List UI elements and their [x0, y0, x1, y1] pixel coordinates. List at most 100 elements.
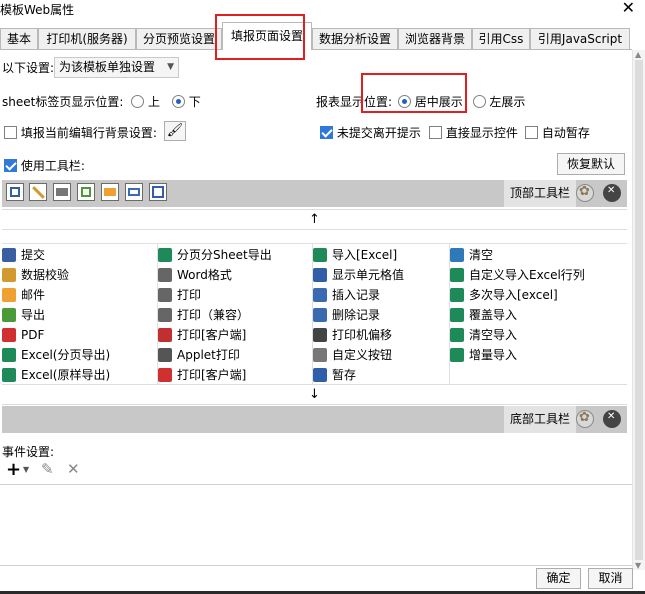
- toolbar-option[interactable]: 插入记录: [313, 285, 380, 305]
- toolbar-option[interactable]: 多次导入[excel]: [450, 285, 558, 305]
- report-center-label[interactable]: 居中展示: [415, 95, 463, 109]
- move-up-button[interactable]: ↑: [2, 209, 627, 230]
- report-center-radio[interactable]: [397, 95, 411, 108]
- report-left-label[interactable]: 左展示: [489, 95, 525, 109]
- toolbar-option-label: 打印（兼容）: [177, 308, 250, 322]
- temp-save-icon: [313, 368, 327, 382]
- autosave-checkbox[interactable]: [525, 126, 538, 139]
- toolbar-option[interactable]: 删除记录: [313, 305, 380, 325]
- toolbar-option[interactable]: Applet打印: [158, 345, 240, 365]
- save-icon[interactable]: [6, 183, 24, 201]
- toolbar-option-label: 删除记录: [332, 308, 381, 322]
- toolbar-option[interactable]: 导出: [2, 305, 45, 325]
- toolbar-option[interactable]: 数据校验: [2, 265, 69, 285]
- toolbar-option[interactable]: 导入[Excel]: [313, 245, 397, 265]
- toolbar-option[interactable]: 自定义导入Excel行列: [450, 265, 585, 285]
- toolbar-option[interactable]: Excel(原样导出): [2, 365, 110, 385]
- excel-icon: [2, 368, 16, 382]
- toolbar-option[interactable]: 分页分Sheet导出: [158, 245, 272, 265]
- cancel-button[interactable]: 取消: [588, 568, 633, 589]
- toolbar-option[interactable]: 暂存: [313, 365, 356, 385]
- toolbar-option-label: 清空导入: [469, 328, 518, 342]
- tab-pagination-preview[interactable]: 分页预览设置: [136, 28, 222, 50]
- toolbar-option[interactable]: 邮件: [2, 285, 45, 305]
- sheet-tab-top-label[interactable]: 上: [148, 95, 160, 109]
- toolbar-option[interactable]: 清空导入: [450, 325, 517, 345]
- excel-icon: [158, 248, 172, 262]
- applet-icon: [158, 348, 172, 362]
- unsubmitted-checkbox[interactable]: [320, 126, 333, 139]
- toolbar-option[interactable]: 打印（兼容）: [158, 305, 249, 325]
- sheet-tab-top-radio[interactable]: [131, 95, 145, 108]
- toolbar-option[interactable]: 自定义按钮: [313, 345, 392, 365]
- add-event-icon[interactable]: +: [6, 459, 21, 480]
- top-toolbar-label: 顶部工具栏: [504, 180, 577, 207]
- excel-icon: [450, 328, 464, 342]
- print-icon: [158, 308, 172, 322]
- toolbar-option[interactable]: 增量导入: [450, 345, 517, 365]
- toolbar-option[interactable]: Word格式: [158, 265, 232, 285]
- add-event-dropdown-icon[interactable]: ▼: [23, 465, 29, 474]
- print-icon[interactable]: [53, 183, 71, 201]
- tab-data-analysis[interactable]: 数据分析设置: [312, 28, 398, 50]
- direct-show-group: 直接显示控件: [429, 124, 518, 141]
- toolbar-option-label: 打印[客户端]: [177, 368, 247, 382]
- toolbar-option[interactable]: 清空: [450, 245, 493, 265]
- print-icon: [158, 288, 172, 302]
- scroll-up-icon[interactable]: ▲: [635, 50, 641, 59]
- fill-bg-checkbox[interactable]: [4, 126, 17, 139]
- toolbar-option[interactable]: Excel(分页导出): [2, 345, 110, 365]
- ok-button[interactable]: 确定: [536, 568, 581, 589]
- vertical-scrollbar[interactable]: ▲ ▼: [632, 50, 645, 570]
- direct-show-checkbox[interactable]: [429, 126, 442, 139]
- sheet-tab-bottom-radio[interactable]: [171, 95, 185, 108]
- tab-reference-css[interactable]: 引用Css: [472, 28, 530, 50]
- bottom-toolbar-settings-icon[interactable]: [576, 410, 594, 428]
- top-toolbar-settings-icon[interactable]: [576, 184, 594, 202]
- toolbar-option[interactable]: PDF: [2, 325, 44, 345]
- top-toolbar-remove-icon[interactable]: [603, 184, 621, 202]
- report-position-label: 报表显示位置:: [316, 95, 393, 109]
- tab-reference-javascript[interactable]: 引用JavaScript: [530, 28, 630, 50]
- report-left-radio[interactable]: [472, 95, 486, 108]
- pdf-icon: [2, 328, 16, 342]
- window-title: 模板Web属性: [0, 3, 75, 17]
- mode-select[interactable]: 为该模板单独设置 ▼: [54, 57, 179, 78]
- paint-bucket-icon[interactable]: 🖌: [164, 121, 186, 141]
- report-position-group: 报表显示位置: 居中展示 左展示: [316, 93, 525, 110]
- move-down-button[interactable]: ↓: [2, 384, 627, 405]
- toolbar-option[interactable]: 打印[客户端]: [158, 325, 246, 345]
- mail-icon[interactable]: [101, 183, 119, 201]
- delete-event-icon[interactable]: ✕: [67, 460, 80, 478]
- toolbar-option[interactable]: 覆盖导入: [450, 305, 517, 325]
- toolbar-option[interactable]: 打印[客户端]: [158, 365, 246, 385]
- toolbar-option[interactable]: 提交: [2, 245, 45, 265]
- sheet-tab-bottom-label[interactable]: 下: [189, 95, 201, 109]
- save-icon: [2, 248, 16, 262]
- export-icon[interactable]: [77, 183, 95, 201]
- toolbar-option[interactable]: 打印: [158, 285, 201, 305]
- toolbar-option[interactable]: 显示单元格值: [313, 265, 404, 285]
- cell-icon[interactable]: [149, 183, 167, 201]
- use-toolbar-checkbox[interactable]: [4, 159, 17, 172]
- toolbar-option[interactable]: 打印机偏移: [313, 325, 392, 345]
- pencil-icon[interactable]: [29, 183, 47, 201]
- window-close-icon[interactable]: ✕: [622, 0, 635, 17]
- excel-icon: [2, 348, 16, 362]
- toolbar-option-label: 打印机偏移: [332, 328, 393, 342]
- tab-printer-server[interactable]: 打印机(服务器): [38, 28, 136, 50]
- excel-icon: [450, 348, 464, 362]
- tab-basic[interactable]: 基本: [0, 28, 38, 50]
- title-bar: 模板Web属性 ✕: [0, 0, 645, 22]
- tab-fill-page-settings[interactable]: 填报页面设置: [222, 22, 312, 50]
- scroll-thumb[interactable]: [635, 60, 643, 560]
- tab-browser-background[interactable]: 浏览器背景: [398, 28, 472, 50]
- insert-row-icon[interactable]: [125, 183, 143, 201]
- scroll-down-icon[interactable]: ▼: [635, 561, 641, 570]
- event-list[interactable]: [0, 484, 632, 566]
- restore-default-button[interactable]: 恢复默认: [557, 153, 625, 175]
- toolbar-option-label: 插入记录: [332, 288, 381, 302]
- fill-bg-label: 填报当前编辑行背景设置:: [20, 126, 157, 140]
- bottom-toolbar-remove-icon[interactable]: [603, 410, 621, 428]
- edit-event-icon[interactable]: ✎: [41, 460, 54, 478]
